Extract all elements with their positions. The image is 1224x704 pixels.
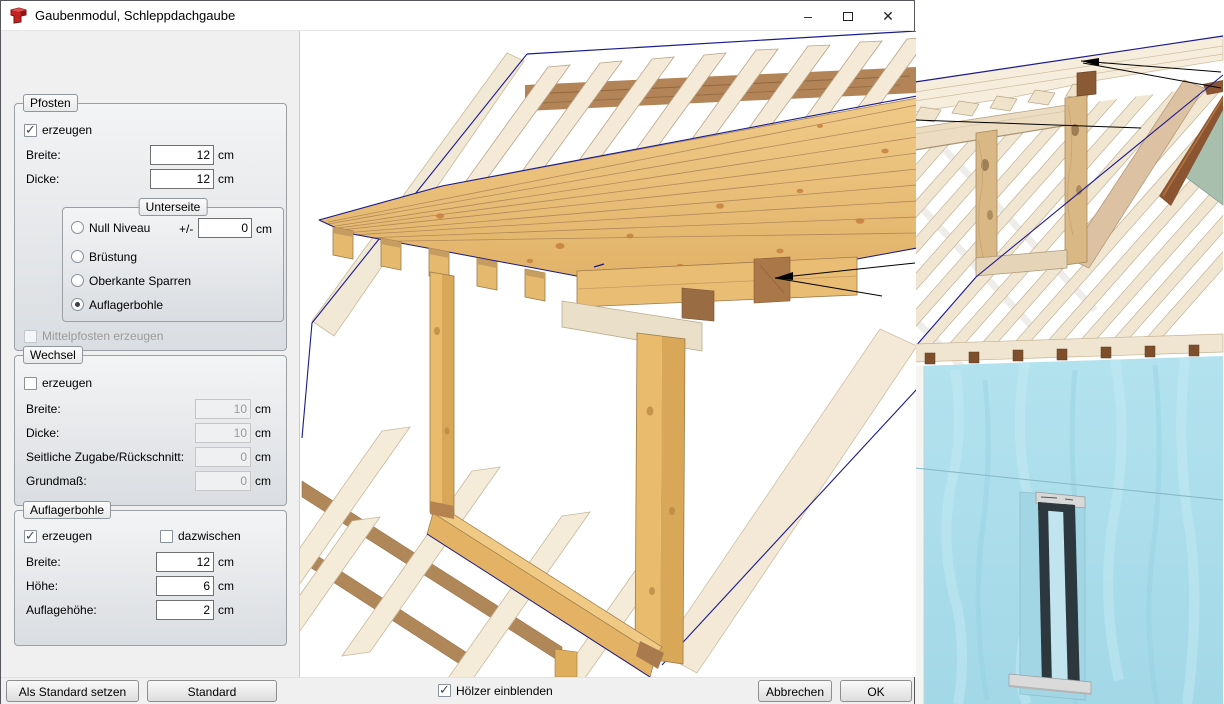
unterseite-group-label: Unterseite xyxy=(139,198,208,216)
main-app-3d-view[interactable] xyxy=(915,0,1224,704)
settings-panel: Pfosten erzeugen Breite: cm Dicke: cm Un… xyxy=(1,31,299,677)
wechsel-erzeugen-label: erzeugen xyxy=(42,376,92,390)
pfosten-breite-input[interactable] xyxy=(150,145,214,165)
wechsel-zugabe-input[interactable] xyxy=(195,447,251,467)
maximize-icon xyxy=(843,12,853,21)
ok-button[interactable]: OK xyxy=(840,680,912,702)
dialog-footer: Als Standard setzen Standard übernehmen … xyxy=(1,677,914,704)
radio-oberkante-sparren-label: Oberkante Sparren xyxy=(89,274,191,288)
gaubenmodul-dialog: Gaubenmodul, Schleppdachgaube – ✕ Allgem… xyxy=(0,0,915,704)
wechsel-grundmass-label: Grundmaß: xyxy=(26,474,87,488)
auflagerbohle-erzeugen-checkbox[interactable] xyxy=(24,530,37,543)
close-button[interactable]: ✕ xyxy=(868,2,908,30)
wall-window xyxy=(1009,492,1091,700)
radio-null-niveau-label: Null Niveau xyxy=(89,221,150,235)
wechsel-dicke-unit: cm xyxy=(255,426,271,440)
pfosten-erzeugen-label: erzeugen xyxy=(42,123,92,137)
auflagehoehe-label: Auflagehöhe: xyxy=(26,603,97,617)
wechsel-breite-input[interactable] xyxy=(195,399,251,419)
wechsel-breite-label: Breite: xyxy=(26,402,61,416)
dazwischen-label: dazwischen xyxy=(178,529,241,543)
hoehe-unit: cm xyxy=(218,579,234,593)
screen: Gaubenmodul, Schleppdachgaube – ✕ Allgem… xyxy=(0,0,1224,704)
radio-bruestung-label: Brüstung xyxy=(89,250,137,264)
wechsel-dicke-input[interactable] xyxy=(195,423,251,443)
auflagerbohle-breite-unit: cm xyxy=(218,555,234,569)
mittelpfosten-label: Mittelpfosten erzeugen xyxy=(42,329,163,343)
wechsel-zugabe-unit: cm xyxy=(255,450,271,464)
minimize-button[interactable]: – xyxy=(788,2,828,30)
wechsel-breite-unit: cm xyxy=(255,402,271,416)
pfosten-dicke-input[interactable] xyxy=(150,169,214,189)
unterseite-group: Unterseite Null Niveau +/- cm Brüstung O… xyxy=(62,207,284,322)
cancel-button[interactable]: Abbrechen xyxy=(758,680,832,702)
wechsel-dicke-label: Dicke: xyxy=(26,426,59,440)
auflagerbohle-group: Auflagerbohle erzeugen dazwischen Breite… xyxy=(14,510,287,646)
wechsel-group-label: Wechsel xyxy=(23,346,83,364)
offset-label: +/- xyxy=(179,222,193,236)
radio-null-niveau[interactable] xyxy=(71,221,84,234)
window-title: Gaubenmodul, Schleppdachgaube xyxy=(35,8,235,23)
dazwischen-checkbox[interactable] xyxy=(160,530,173,543)
auflagerbohle-group-label: Auflagerbohle xyxy=(23,501,111,519)
auflagerbohle-breite-input[interactable] xyxy=(156,552,214,572)
dormer-scene xyxy=(300,31,916,677)
app-icon xyxy=(10,7,27,24)
pfosten-breite-unit: cm xyxy=(218,148,234,162)
wechsel-grundmass-input[interactable] xyxy=(195,471,251,491)
wechsel-erzeugen-checkbox[interactable] xyxy=(24,377,37,390)
show-timber-checkbox[interactable] xyxy=(438,684,451,697)
auflagehoehe-input[interactable] xyxy=(156,600,214,620)
apply-default-button[interactable]: Standard übernehmen xyxy=(147,680,277,702)
pfosten-erzeugen-checkbox[interactable] xyxy=(24,124,37,137)
pfosten-dicke-unit: cm xyxy=(218,172,234,186)
radio-oberkante-sparren[interactable] xyxy=(71,274,84,287)
app-roof-wall-scene xyxy=(915,0,1224,704)
hoehe-input[interactable] xyxy=(156,576,214,596)
auflagerbohle-erzeugen-label: erzeugen xyxy=(42,529,92,543)
titlebar[interactable]: Gaubenmodul, Schleppdachgaube – ✕ xyxy=(1,1,914,31)
auflagerbohle-breite-label: Breite: xyxy=(26,555,61,569)
wechsel-zugabe-label: Seitliche Zugabe/Rückschnitt: xyxy=(26,450,184,464)
offset-input[interactable] xyxy=(198,218,252,238)
set-default-button[interactable]: Als Standard setzen xyxy=(6,680,139,702)
wechsel-grundmass-unit: cm xyxy=(255,474,271,488)
radio-bruestung[interactable] xyxy=(71,250,84,263)
radio-auflagerbohle-label: Auflagerbohle xyxy=(89,298,163,312)
minimize-icon: – xyxy=(804,8,812,24)
hoehe-label: Höhe: xyxy=(26,579,58,593)
show-timber-label: Hölzer einblenden xyxy=(456,684,553,698)
radio-auflagerbohle[interactable] xyxy=(71,298,84,311)
wechsel-group: Wechsel erzeugen Breite: cm Dicke: cm Se… xyxy=(14,355,287,506)
maximize-button[interactable] xyxy=(828,2,868,30)
offset-unit: cm xyxy=(256,222,272,236)
close-icon: ✕ xyxy=(882,8,894,25)
pfosten-group: Pfosten erzeugen Breite: cm Dicke: cm Un… xyxy=(14,103,287,351)
dormer-3d-preview[interactable] xyxy=(299,31,915,677)
pfosten-breite-label: Breite: xyxy=(26,148,61,162)
pfosten-dicke-label: Dicke: xyxy=(26,172,59,186)
mittelpfosten-checkbox[interactable] xyxy=(24,330,37,343)
pfosten-group-label: Pfosten xyxy=(23,94,78,112)
auflagehoehe-unit: cm xyxy=(218,603,234,617)
